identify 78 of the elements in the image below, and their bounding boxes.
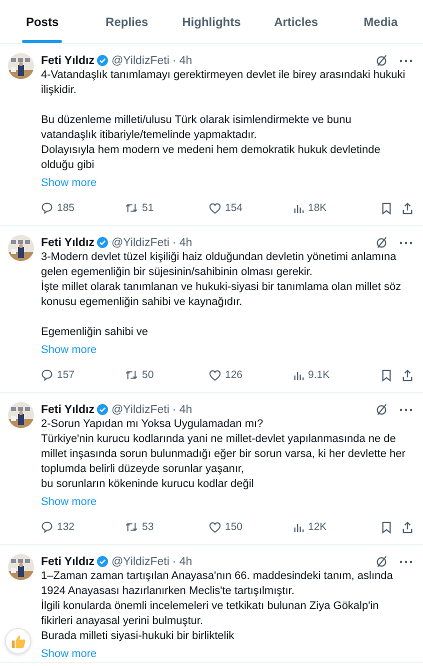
author-handle[interactable]: @YildizFeti [111, 236, 170, 248]
repost-count: 51 [142, 202, 154, 214]
repost-count: 53 [142, 521, 154, 533]
post-text-line: İşte millet olarak tanımlanan ve hukuki-siyasi bir tanımlama olan millet söz [41, 280, 402, 295]
post-time[interactable]: · 4h [172, 54, 192, 66]
more-icon[interactable] [399, 240, 413, 244]
post-text-line: Burada milleti siyasi-hukuki bir birliktelik [41, 629, 236, 644]
repost-icon[interactable] [125, 521, 138, 533]
reply-count: 132 [57, 521, 75, 533]
avatar[interactable] [8, 554, 34, 580]
share-icon[interactable] [402, 520, 413, 534]
like-icon[interactable] [209, 522, 221, 532]
bookmark-icon[interactable] [381, 202, 392, 214]
post-text-line: İlgili konularda önemli incelemeleri ve tetkikatı bulunan Ziya Gökalp'in [41, 599, 380, 614]
like-icon[interactable] [209, 370, 221, 380]
view-count: 12K [308, 521, 327, 533]
like-count: 150 [225, 521, 243, 533]
post-text-line: 1924 Anayasası hazırlanırken Meclis'te tartışılmıştır. [41, 584, 296, 599]
post-text-line: ilişkidir. [41, 83, 78, 98]
views-icon[interactable] [293, 202, 304, 214]
post-text-line: gelen egemenliğin bir süjesinin/sahibinin olması gerekir. [41, 265, 314, 280]
author-name[interactable]: Feti Yıldız [41, 404, 94, 416]
author-name[interactable]: Feti Yıldız [41, 54, 94, 66]
post-text-line: millet inşasında sorun bulunmadığı eğer bir sorun varsa, ki her devlette her [41, 447, 406, 462]
bookmark-icon[interactable] [381, 368, 392, 382]
author-handle[interactable]: @YildizFeti [111, 404, 170, 416]
thumbs-up-button[interactable] [5, 628, 31, 654]
post-text-line: 3-Modern devlet tüzel kişiliği haiz olduğundan devletin yönetimi anlamına [41, 250, 398, 265]
post-text-line: toplumda belirli düzeyde sorunlar yaşanır, [41, 462, 246, 477]
profile-tab[interactable]: Highlights [169, 0, 254, 43]
profile-tab[interactable]: Replies [84, 0, 170, 43]
author-handle[interactable]: @YildizFeti [111, 54, 170, 66]
post-time[interactable]: · 4h [172, 556, 192, 568]
reply-icon[interactable] [41, 369, 53, 381]
thumbs-up-icon [10, 634, 26, 648]
like-count: 154 [225, 202, 243, 214]
post-text-line: 4-Vatandaşlık tanımlamayı gerektirmeyen devlet ile birey arasındaki hukuki [41, 68, 406, 83]
author-handle[interactable]: @YildizFeti [111, 556, 170, 568]
repost-icon[interactable] [125, 202, 138, 214]
views-icon[interactable] [293, 522, 304, 532]
like-count: 126 [225, 369, 243, 381]
post-text-line: bu sorunların kökeninde kurucu kodlar değil [41, 477, 255, 492]
post-time[interactable]: · 4h [172, 236, 192, 248]
post-text-line: Türkiye'nin kurucu kodlarında yani ne millet-devlet yapılanmasında ne de [41, 432, 397, 447]
views-icon[interactable] [293, 370, 304, 380]
post-text-line: Egemenliğin sahibi ve [41, 325, 150, 340]
post-text-line: fikirleri anayasal yerini bulmuştur. [41, 614, 204, 629]
view-count: 18K [308, 202, 327, 214]
post-text-line: konusu egemenliğin sahibi ve kaynağıdır. [41, 295, 244, 310]
post-text-line: Bu düzenleme milleti/ulusu Türk olarak isimlendirmekte ve bunu [41, 113, 352, 128]
reply-icon[interactable] [41, 521, 53, 533]
profile-tab[interactable]: Media [338, 0, 423, 43]
share-icon[interactable] [402, 368, 413, 382]
more-icon[interactable] [399, 58, 413, 62]
post-text-line: 1–Zaman zaman tartışılan Anayasa'nın 66. maddesindeki tanım, aslında [41, 569, 394, 584]
post-text-line: Dolayısıyla hem modern ve medeni hem demokratik hukuk devletinde [41, 143, 382, 158]
avatar[interactable] [8, 53, 34, 79]
reply-icon[interactable] [41, 202, 53, 214]
avatar[interactable] [8, 235, 34, 261]
author-name[interactable]: Feti Yıldız [41, 556, 94, 568]
post-text-line: 2-Sorun Yapıdan mı Yoksa Uygulamadan mı? [41, 417, 264, 432]
more-icon[interactable] [399, 560, 413, 564]
reply-count: 157 [57, 369, 75, 381]
bookmark-icon[interactable] [381, 520, 392, 534]
profile-tab[interactable]: Articles [254, 0, 338, 43]
profile-tab[interactable]: Posts [0, 0, 85, 43]
more-icon[interactable] [399, 408, 413, 412]
post-time[interactable]: · 4h [172, 404, 192, 416]
repost-count: 50 [142, 369, 154, 381]
post-text-line: olduğu gibi [41, 158, 96, 173]
share-icon[interactable] [402, 202, 413, 214]
like-icon[interactable] [209, 202, 221, 214]
reply-count: 185 [57, 202, 75, 214]
repost-icon[interactable] [125, 369, 138, 381]
view-count: 9.1K [308, 369, 330, 381]
avatar[interactable] [8, 402, 34, 428]
post-text-line: vatandaşlık itibariyle/temelinde yapmaktadır. [41, 128, 258, 143]
author-name[interactable]: Feti Yıldız [41, 236, 94, 248]
